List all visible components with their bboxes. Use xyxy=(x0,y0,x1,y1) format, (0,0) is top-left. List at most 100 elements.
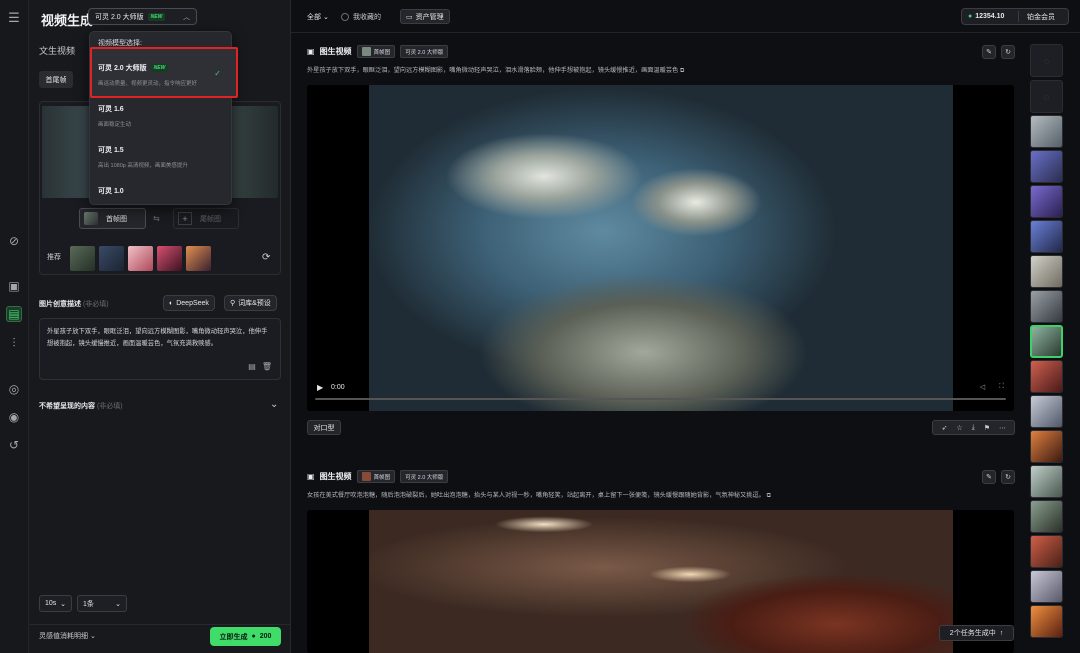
duration-select[interactable]: 10s ⌄ xyxy=(39,595,72,612)
presets-button[interactable]: ⚲ 词库&预设 xyxy=(224,295,277,311)
refresh-icon[interactable]: ⟳ xyxy=(262,252,270,263)
share-icon[interactable]: ➶ xyxy=(941,424,947,432)
history-thumb[interactable] xyxy=(1030,570,1063,603)
assets-label: 资产管理 xyxy=(415,13,444,21)
video-controls: ▶ 0:00 ◁ ⛶ xyxy=(315,383,1006,405)
regenerate-icon[interactable]: ↻ xyxy=(1001,470,1015,484)
model-option[interactable]: 可灵 1.5 高出 1080p 高清视频，画面美感提升 xyxy=(98,145,226,169)
filter-select[interactable]: 全部 ⌄ xyxy=(307,12,329,22)
swap-icon[interactable]: ⇆ xyxy=(153,214,160,223)
desc-textarea[interactable]: 外星孩子放下双手，眼眶泛泪，望向远方模糊图影，嘴角微动轻声哭泣，他伸手想被抱起，… xyxy=(39,318,281,380)
edit-icon[interactable]: ✎ xyxy=(982,45,996,59)
regenerate-icon[interactable]: ↻ xyxy=(1001,45,1015,59)
video-type-icon: ▣ xyxy=(307,472,315,481)
save-icon[interactable]: ▤ xyxy=(248,361,256,373)
new-badge: NEW xyxy=(150,64,169,72)
app-root: ☰ ⊘ ▣ ▤ ⫶ ◎ ◉ ↺ 视频生成 可灵 2.0 大师版 NEW ︿ 文生… xyxy=(0,0,1080,653)
recommend-label: 推荐 xyxy=(47,254,61,261)
frame-chip: 首帧图 xyxy=(356,45,396,58)
first-frame-thumb xyxy=(84,212,98,225)
model-chip: 可灵 2.0 大师版 xyxy=(400,45,449,58)
history-thumb[interactable] xyxy=(1030,220,1063,253)
history-thumb[interactable] xyxy=(1030,465,1063,498)
history-thumb[interactable] xyxy=(1030,535,1063,568)
flag-icon[interactable]: ⚑ xyxy=(984,424,990,432)
model-option[interactable]: 可灵 1.0 xyxy=(98,186,226,196)
edit-icon[interactable]: ✎ xyxy=(982,470,996,484)
history-thumb[interactable] xyxy=(1030,290,1063,323)
history-thumb[interactable] xyxy=(1030,185,1063,218)
count-value: 1条 xyxy=(83,600,94,608)
card-actions: ✎ ↻ xyxy=(982,45,1015,59)
history-thumb[interactable] xyxy=(1030,360,1063,393)
history-thumb[interactable] xyxy=(1030,255,1063,288)
history-thumb[interactable] xyxy=(1030,150,1063,183)
history-thumb[interactable] xyxy=(1030,500,1063,533)
assets-button[interactable]: ▭ 资产管理 xyxy=(400,9,450,24)
deepseek-button[interactable]: ◐ DeepSeek xyxy=(163,295,215,311)
top-bar: 全部 ⌄ 我收藏的 ▭ 资产管理 ● 12354.10 铂金会员 xyxy=(291,0,1080,33)
model-dropdown: 视频模型选择: 可灵 2.0 大师版 NEW 画运动质量、视频更灵动，指令响应更好… xyxy=(89,31,238,205)
video-progress[interactable] xyxy=(315,398,1006,400)
video-type-icon: ▣ xyxy=(307,47,315,56)
video-player[interactable]: ▶ 0:00 ◁ ⛶ xyxy=(307,85,1014,411)
count-select[interactable]: 1条 ⌄ xyxy=(77,595,127,612)
video-time: 0:00 xyxy=(331,384,345,391)
option-name: 可灵 1.6 xyxy=(98,106,124,113)
recommend-thumb[interactable] xyxy=(128,246,153,271)
play-icon[interactable]: ▶ xyxy=(317,383,323,392)
membership-label[interactable]: 铂金会员 xyxy=(1019,12,1055,22)
audio-icon[interactable]: ⫶ xyxy=(6,335,22,351)
generate-button[interactable]: 立即生成 ● 200 xyxy=(210,627,281,646)
queue-status[interactable]: 2个任务生成中 ↑ xyxy=(939,625,1014,641)
star-icon[interactable]: ☆ xyxy=(956,424,962,432)
tab-first-frame[interactable]: 首尾帧 xyxy=(39,71,73,88)
video-icon[interactable]: ▤ xyxy=(6,306,22,322)
recommend-thumb[interactable] xyxy=(70,246,95,271)
history-thumb[interactable] xyxy=(1030,395,1063,428)
duration-value: 10s xyxy=(45,600,57,607)
usage-link[interactable]: 灵感值消耗明细 ⌄ xyxy=(39,631,96,641)
first-frame-button[interactable]: 首帧图 xyxy=(79,208,146,229)
favorites-toggle[interactable]: 我收藏的 xyxy=(341,12,381,22)
model-option[interactable]: 可灵 1.6 画面稳定生动 xyxy=(98,104,226,128)
chevron-down-icon[interactable]: ⌄ xyxy=(270,399,278,410)
card-type: 图生视频 xyxy=(319,472,352,481)
history-thumb[interactable] xyxy=(1030,605,1063,638)
history-thumb-selected[interactable] xyxy=(1030,325,1063,358)
credits-box[interactable]: ● 12354.10 铂金会员 xyxy=(961,8,1069,25)
trash-icon[interactable]: 🗑 xyxy=(262,361,272,373)
image-icon[interactable]: ▣ xyxy=(6,278,22,294)
first-frame-label: 首帧图 xyxy=(106,215,127,223)
volume-icon[interactable]: ◁ xyxy=(980,383,985,391)
negative-optional: (非必填) xyxy=(96,403,123,410)
energy-icon: ● xyxy=(968,13,973,20)
recommend-thumb[interactable] xyxy=(157,246,182,271)
history-icon[interactable]: ↺ xyxy=(6,437,22,453)
more-icon[interactable]: ⋯ xyxy=(999,424,1006,432)
download-icon[interactable]: ⤓ xyxy=(972,424,975,432)
copy-icon[interactable]: ⧉ xyxy=(767,492,771,499)
tab-text-video[interactable]: 文生视频 xyxy=(39,44,75,57)
page-title: 视频生成 xyxy=(41,13,94,28)
copy-icon[interactable]: ⧉ xyxy=(680,67,684,74)
model-icon[interactable]: ◎ xyxy=(6,381,22,397)
eye-icon[interactable]: ◉ xyxy=(6,409,22,425)
folder-icon: ▭ xyxy=(406,13,413,21)
option-name: 可灵 2.0 大师版 xyxy=(98,65,147,72)
model-option[interactable]: 可灵 2.0 大师版 NEW 画运动质量、视频更灵动，指令响应更好 xyxy=(98,63,226,87)
recommend-thumb[interactable] xyxy=(186,246,211,271)
favorites-checkbox[interactable] xyxy=(341,13,349,21)
video-player[interactable] xyxy=(307,510,1014,653)
recommend-thumb[interactable] xyxy=(99,246,124,271)
model-select[interactable]: 可灵 2.0 大师版 NEW ︿ xyxy=(88,8,197,25)
history-thumb[interactable] xyxy=(1030,115,1063,148)
tail-frame-button[interactable]: + 尾帧图 xyxy=(173,208,239,229)
fullscreen-icon[interactable]: ⛶ xyxy=(999,383,1004,391)
image-gen-icon[interactable]: ⊘ xyxy=(6,233,22,249)
history-thumb[interactable] xyxy=(1030,430,1063,463)
lip-sync-button[interactable]: 对口型 xyxy=(307,420,341,435)
option-desc: 画运动质量、视频更灵动，指令响应更好 xyxy=(98,81,198,87)
menu-icon[interactable]: ☰ xyxy=(6,10,22,26)
prompt-text: 女孩在美式餐厅吹泡泡糖，随后泡泡破裂后，她吐出泡泡糖，抬头与某人对视一秒，嘴角轻… xyxy=(307,492,765,499)
